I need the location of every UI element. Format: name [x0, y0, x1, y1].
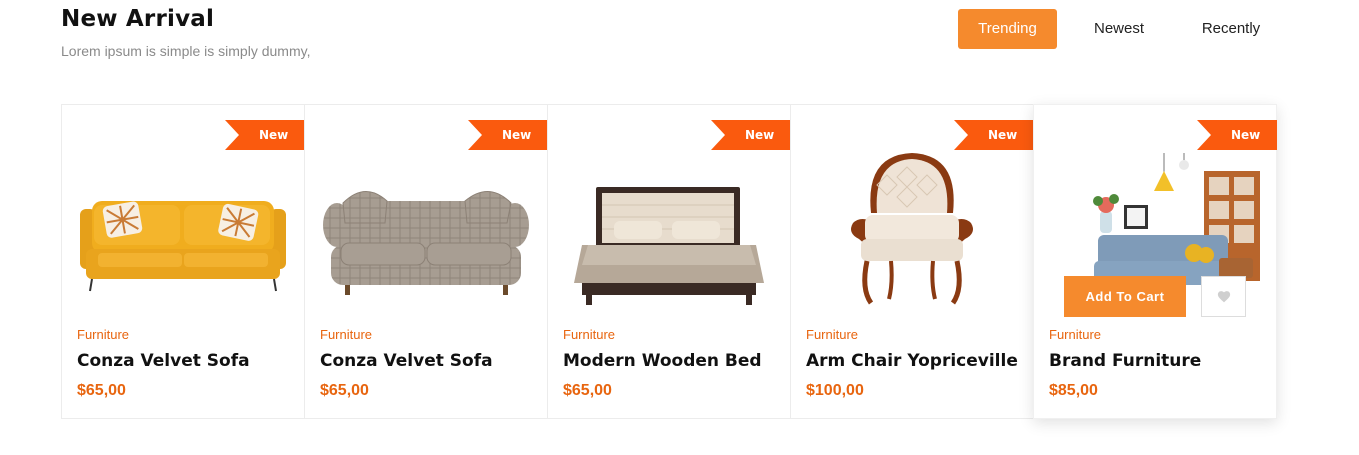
product-price: $65,00 — [563, 382, 612, 399]
product-card[interactable]: New Furniture Conza Velvet Sofa $65,00 — [61, 104, 305, 419]
product-name[interactable]: Modern Wooden Bed — [563, 351, 762, 371]
product-card[interactable]: New Add To Cart Furniture Brand Furnitur… — [1033, 104, 1277, 419]
product-category[interactable]: Furniture — [563, 327, 615, 342]
new-badge: New — [1197, 120, 1277, 150]
add-to-cart-button[interactable]: Add To Cart — [1064, 276, 1186, 317]
product-category[interactable]: Furniture — [1049, 327, 1101, 342]
product-grid: New Furniture Conza Velvet Sofa $65,00 N… — [61, 104, 1281, 419]
product-category[interactable]: Furniture — [320, 327, 372, 342]
product-card[interactable]: New Furniture Arm Chair Yopriceville $10… — [790, 104, 1034, 419]
tab-newest[interactable]: Newest — [1057, 9, 1181, 49]
product-card[interactable]: New Furniture Conza Velvet Sofa $65,00 — [304, 104, 548, 419]
new-badge: New — [954, 120, 1034, 150]
new-badge: New — [711, 120, 791, 150]
section-subtitle: Lorem ipsum is simple is simply dummy, — [61, 43, 311, 59]
product-image-wooden-bed[interactable] — [558, 153, 780, 313]
product-image-arm-chair[interactable] — [801, 153, 1023, 313]
tab-trending[interactable]: Trending — [958, 9, 1057, 49]
product-price: $65,00 — [320, 382, 369, 399]
product-price: $100,00 — [806, 382, 864, 399]
section-title: New Arrival — [61, 6, 215, 32]
heart-icon — [1217, 291, 1230, 303]
tab-recently[interactable]: Recently — [1181, 9, 1281, 49]
new-badge: New — [225, 120, 305, 150]
product-price: $65,00 — [77, 382, 126, 399]
product-card[interactable]: New Furniture Modern Wooden Bed $65,00 — [547, 104, 791, 419]
product-name[interactable]: Arm Chair Yopriceville — [806, 351, 1018, 371]
product-name[interactable]: Brand Furniture — [1049, 351, 1201, 371]
product-category[interactable]: Furniture — [77, 327, 129, 342]
product-name[interactable]: Conza Velvet Sofa — [77, 351, 250, 371]
wishlist-button[interactable] — [1201, 276, 1246, 317]
product-name[interactable]: Conza Velvet Sofa — [320, 351, 493, 371]
product-price: $85,00 — [1049, 382, 1098, 399]
product-image-plaid-sofa[interactable] — [315, 153, 537, 313]
filter-tabs: Trending Newest Recently — [958, 9, 1281, 49]
new-badge: New — [468, 120, 548, 150]
product-image-yellow-sofa[interactable] — [72, 153, 294, 313]
product-category[interactable]: Furniture — [806, 327, 858, 342]
